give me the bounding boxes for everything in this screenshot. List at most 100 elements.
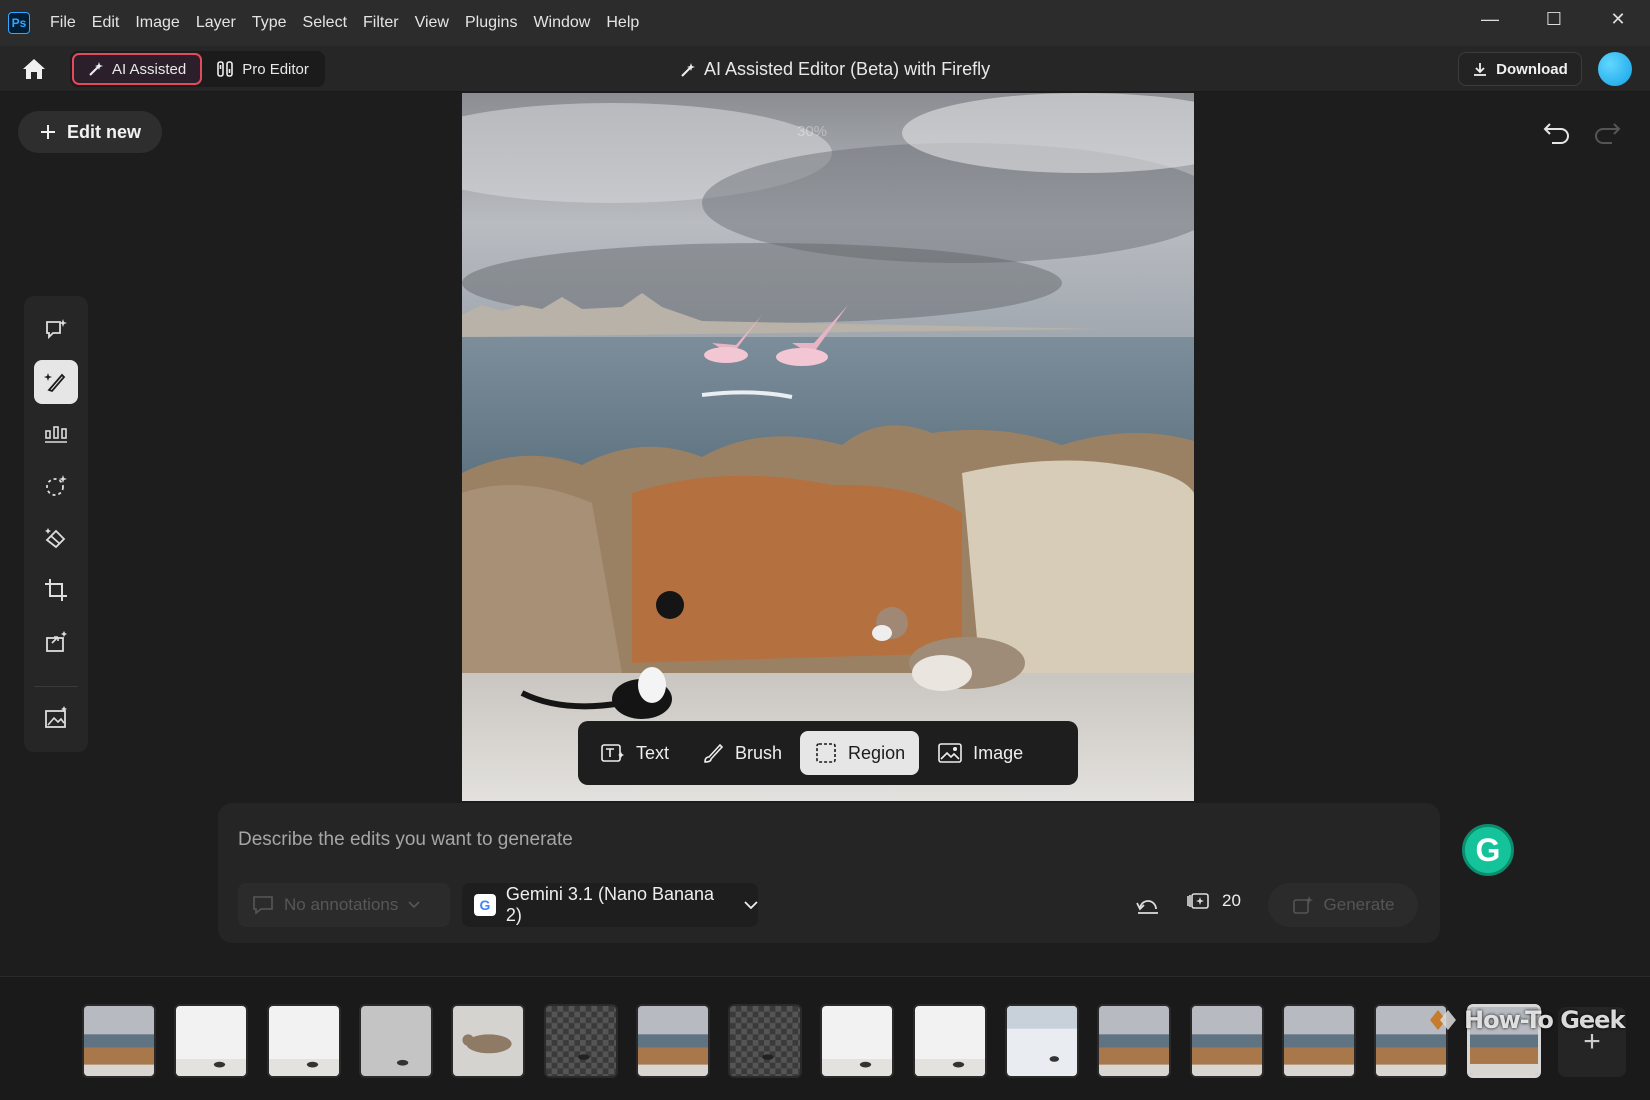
filmstrip-thumbnail[interactable] xyxy=(728,1004,803,1078)
filmstrip-thumbnail[interactable] xyxy=(174,1004,249,1078)
brush-sparkle-icon xyxy=(44,373,66,393)
brush-mode-label: Brush xyxy=(735,742,783,763)
edit-new-label: Edit new xyxy=(66,121,141,142)
thumbnail-image xyxy=(453,1006,524,1076)
photoshop-logo: Ps xyxy=(8,12,30,34)
magic-wand-icon xyxy=(89,62,103,76)
reset-icon[interactable] xyxy=(1134,893,1162,917)
annotations-label: No annotations xyxy=(284,895,399,914)
credits-icon xyxy=(1187,893,1209,909)
generative-edit-tool[interactable] xyxy=(34,360,78,404)
annotations-dropdown[interactable]: No annotations xyxy=(238,883,450,927)
magic-wand-icon xyxy=(681,62,695,77)
thumbnail-image xyxy=(360,1006,431,1076)
generate-label: Generate xyxy=(1323,895,1395,914)
expand-tool[interactable] xyxy=(34,620,78,664)
thumbnail-image xyxy=(914,1006,985,1076)
how-to-geek-logo-icon xyxy=(1430,1010,1456,1030)
thumbnail-image xyxy=(268,1006,339,1076)
crop-icon xyxy=(45,579,67,601)
text-mode-button[interactable]: Text xyxy=(586,731,683,775)
home-icon[interactable] xyxy=(20,56,48,82)
filmstrip-thumbnail[interactable] xyxy=(912,1004,987,1078)
menu-select[interactable]: Select xyxy=(295,14,355,32)
filmstrip-thumbnail[interactable] xyxy=(266,1004,341,1078)
filmstrip-thumbnail[interactable] xyxy=(358,1004,433,1078)
generate-image-tool[interactable] xyxy=(34,696,78,740)
menu-image[interactable]: Image xyxy=(127,14,187,32)
menu-filter[interactable]: Filter xyxy=(355,14,407,32)
prompt-input[interactable]: Describe the edits you want to generate xyxy=(238,829,573,851)
thumbnail-image xyxy=(1099,1006,1170,1076)
remove-tool[interactable] xyxy=(34,516,78,560)
dotted-sparkle-icon xyxy=(46,475,67,496)
editor-mode-switch: AI Assisted Pro Editor xyxy=(70,51,325,87)
download-button[interactable]: Download xyxy=(1458,52,1582,86)
image-mode-button[interactable]: Image xyxy=(923,731,1037,775)
maximize-button[interactable]: ☐ xyxy=(1522,0,1586,38)
filmstrip-thumbnail[interactable] xyxy=(1281,1004,1356,1078)
canvas-image[interactable]: 30% xyxy=(462,93,1194,801)
generative-credits: 20 xyxy=(1186,891,1241,911)
region-mode-button[interactable]: Region xyxy=(800,731,920,775)
brush-mode-button[interactable]: Brush xyxy=(687,731,796,775)
thumbnail-image xyxy=(545,1006,616,1076)
avatar[interactable] xyxy=(1598,52,1632,86)
tool-rail xyxy=(24,296,88,752)
menu-view[interactable]: View xyxy=(407,14,457,32)
app-header: AI Assisted Pro Editor AI Assisted Edito… xyxy=(0,46,1650,92)
adjust-sliders-icon xyxy=(45,426,67,443)
thumbnail-image xyxy=(1007,1006,1077,1076)
generate-button[interactable]: Generate xyxy=(1268,883,1418,927)
history-filmstrip: + xyxy=(0,976,1650,1100)
filmstrip-thumbnail[interactable] xyxy=(1189,1004,1264,1078)
crop-tool[interactable] xyxy=(34,568,78,612)
menu-layer[interactable]: Layer xyxy=(188,14,244,32)
chevron-down-icon xyxy=(408,901,420,909)
menu-bar: File Edit Image Layer Type Select Filter… xyxy=(42,14,647,32)
ai-assisted-button[interactable]: AI Assisted xyxy=(72,53,203,85)
image-sparkle-icon xyxy=(45,706,67,728)
title-text: AI Assisted Editor (Beta) with Firefly xyxy=(704,59,991,79)
thumbnail-image xyxy=(637,1006,708,1076)
download-label: Download xyxy=(1496,60,1568,78)
chat-edit-tool[interactable] xyxy=(34,308,78,352)
page-title: AI Assisted Editor (Beta) with Firefly xyxy=(680,59,990,80)
zoom-level[interactable]: 30% xyxy=(797,123,827,140)
undo-icon[interactable] xyxy=(1542,118,1572,146)
title-bar: Ps File Edit Image Layer Type Select Fil… xyxy=(0,0,1650,46)
thumbnail-image xyxy=(1191,1006,1262,1076)
redo-icon[interactable] xyxy=(1592,118,1622,146)
menu-edit[interactable]: Edit xyxy=(84,14,128,32)
menu-type[interactable]: Type xyxy=(244,14,295,32)
filmstrip-thumbnail[interactable] xyxy=(82,1004,156,1078)
menu-help[interactable]: Help xyxy=(598,14,647,32)
filmstrip-thumbnail[interactable] xyxy=(1097,1004,1172,1078)
close-window-button[interactable]: ✕ xyxy=(1586,0,1650,38)
thumbnail-image xyxy=(84,1006,154,1076)
expand-sparkle-icon xyxy=(46,631,67,652)
adjustments-tool[interactable] xyxy=(34,412,78,456)
menu-window[interactable]: Window xyxy=(525,14,598,32)
filmstrip-thumbnail[interactable] xyxy=(543,1004,618,1078)
image-icon xyxy=(938,743,962,763)
pro-editor-button[interactable]: Pro Editor xyxy=(202,53,323,85)
select-subject-tool[interactable] xyxy=(34,464,78,508)
edit-new-button[interactable]: Edit new xyxy=(18,111,162,153)
menu-plugins[interactable]: Plugins xyxy=(457,14,525,32)
grammarly-icon[interactable]: G xyxy=(1462,824,1514,876)
how-to-geek-watermark: How-To Geek xyxy=(1428,1006,1625,1034)
filmstrip-thumbnail[interactable] xyxy=(451,1004,526,1078)
filmstrip-thumbnail[interactable] xyxy=(1005,1004,1079,1078)
region-mode-label: Region xyxy=(848,742,906,763)
watermark-text: How-To Geek xyxy=(1464,1006,1625,1034)
window-controls: — ☐ ✕ xyxy=(1458,0,1650,38)
menu-file[interactable]: File xyxy=(42,14,84,32)
rail-divider xyxy=(34,686,78,687)
filmstrip-thumbnail[interactable] xyxy=(820,1004,895,1078)
text-mode-label: Text xyxy=(636,742,670,763)
chevron-down-icon xyxy=(744,900,758,909)
filmstrip-thumbnail[interactable] xyxy=(635,1004,710,1078)
model-selector[interactable]: G Gemini 3.1 (Nano Banana 2) xyxy=(462,883,758,927)
minimize-button[interactable]: — xyxy=(1458,0,1522,38)
